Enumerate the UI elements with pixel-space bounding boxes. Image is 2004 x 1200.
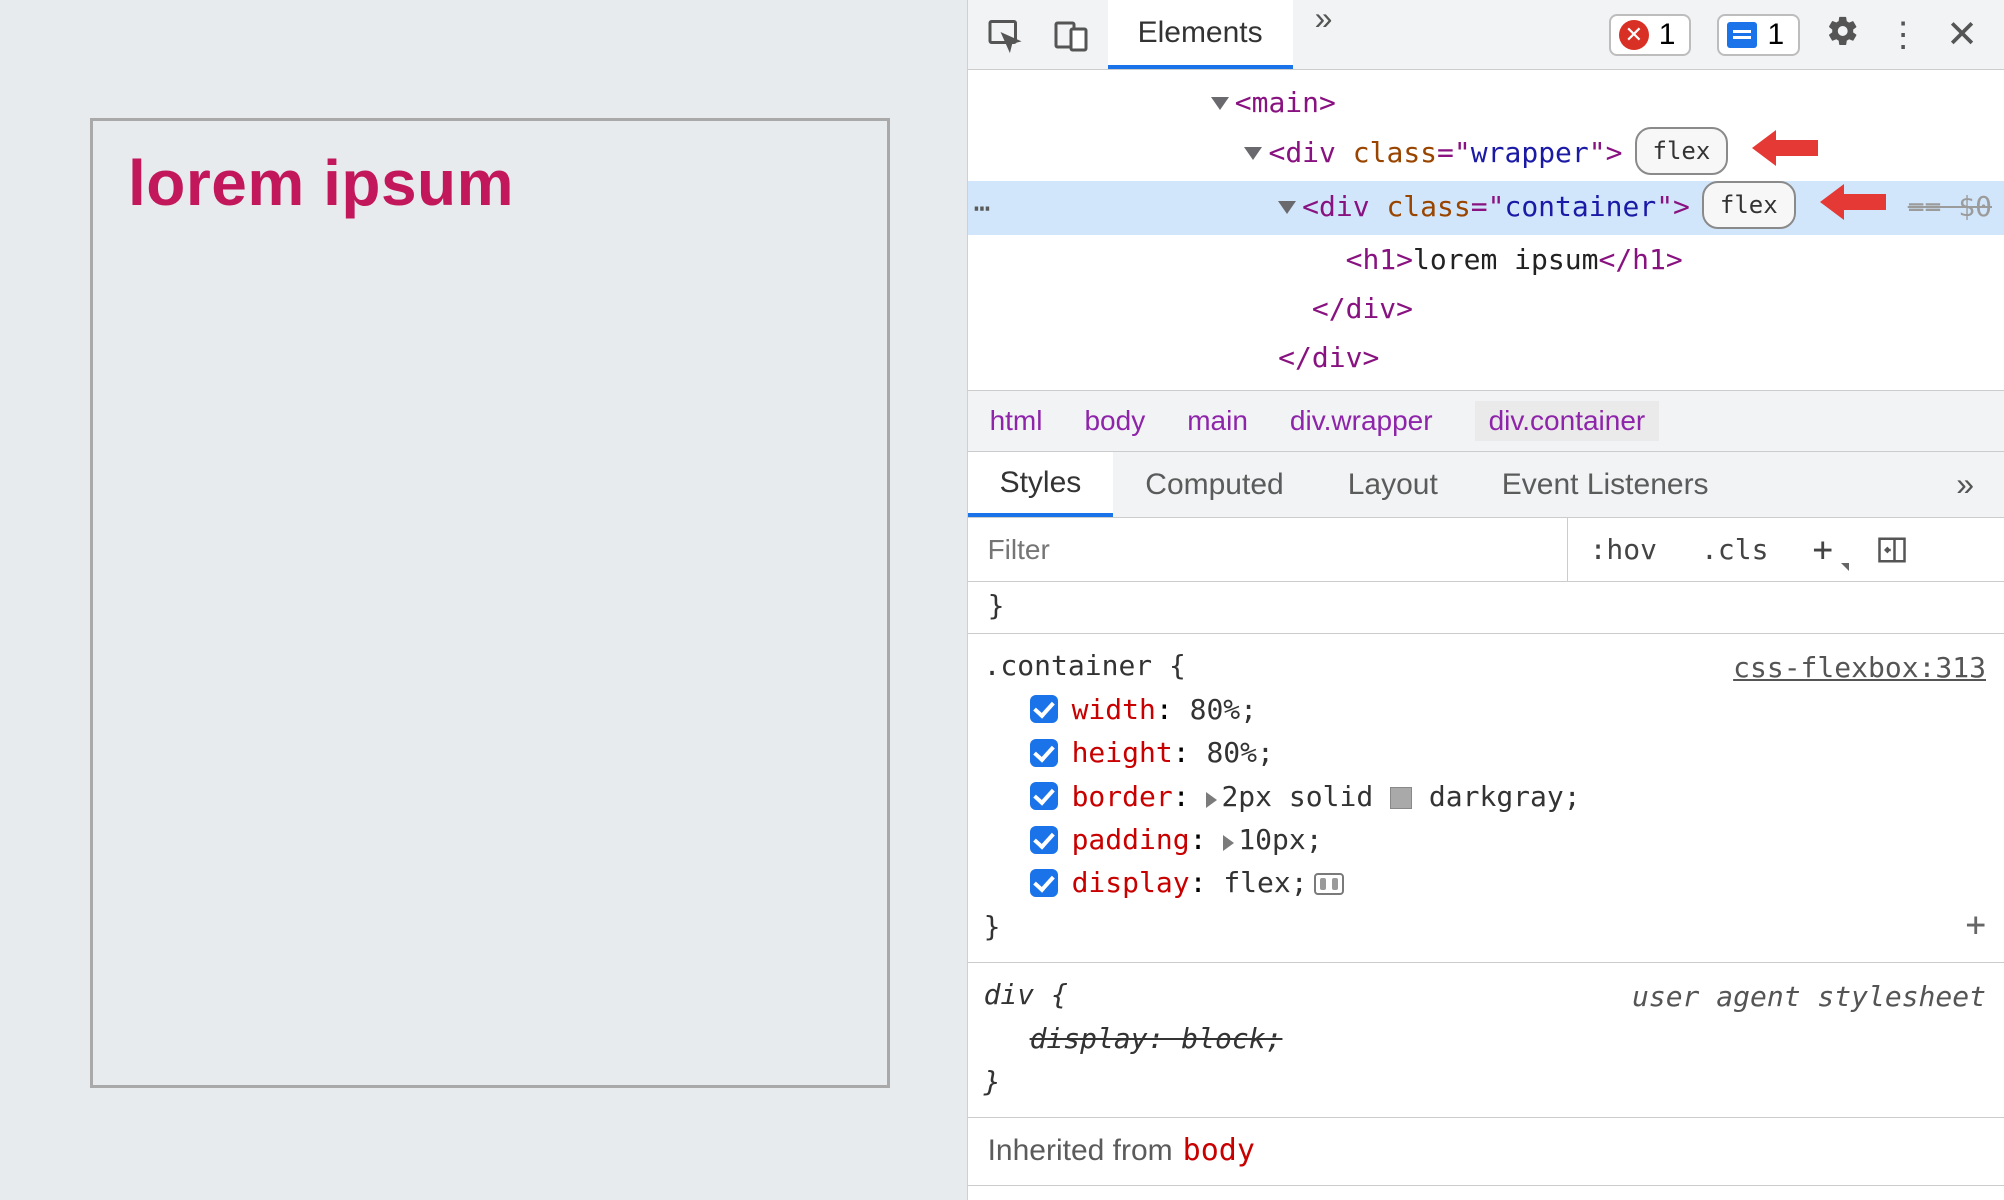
rule-brace: } [984, 905, 1984, 948]
decl-height[interactable]: height: 80%; [984, 731, 1984, 774]
cls-toggle[interactable]: .cls [1679, 518, 1790, 581]
breadcrumb: html body main div.wrapper div.container [968, 390, 2004, 452]
rule-div-ua[interactable]: user agent stylesheet div { display: blo… [968, 963, 2004, 1118]
toolbar-left [968, 0, 1108, 69]
dom-node-wrapper[interactable]: <div class="wrapper">flex [968, 127, 2004, 181]
crumb-wrapper[interactable]: div.wrapper [1290, 405, 1433, 437]
device-toggle-icon[interactable] [1052, 16, 1090, 54]
dollar0-hint: == $0 [1908, 190, 1992, 223]
hov-toggle[interactable]: :hov [1568, 518, 1679, 581]
page-viewport: lorem ipsum [0, 0, 967, 1200]
add-declaration-button[interactable]: + [1966, 899, 1986, 952]
rule-container[interactable]: css-flexbox:313 .container { width: 80%;… [968, 634, 2004, 963]
crumb-container[interactable]: div.container [1475, 401, 1660, 441]
settings-icon[interactable] [1826, 14, 1860, 55]
message-badge[interactable]: 1 [1717, 14, 1800, 56]
rule-block-truncated: } [968, 582, 2004, 634]
flex-badge[interactable]: flex [1702, 181, 1796, 229]
tab-layout[interactable]: Layout [1316, 452, 1470, 517]
decl-border[interactable]: border: 2px solid darkgray; [984, 775, 1984, 818]
flex-badge[interactable]: flex [1635, 127, 1729, 175]
decl-width[interactable]: width: 80%; [984, 688, 1984, 731]
flexbox-editor-icon[interactable] [1314, 873, 1344, 895]
inspect-icon[interactable] [986, 16, 1024, 54]
decl-toggle[interactable] [1030, 869, 1058, 897]
toolbar-right: ✕ 1 1 ⋮ ✕ [1609, 0, 2004, 69]
decl-toggle[interactable] [1030, 739, 1058, 767]
decl-toggle[interactable] [1030, 695, 1058, 723]
inherited-separator: Inherited frombody [968, 1118, 2004, 1186]
crumb-body[interactable]: body [1084, 405, 1145, 437]
computed-panel-icon[interactable] [1855, 518, 1929, 581]
error-count: 1 [1659, 18, 1676, 52]
expand-icon[interactable] [1223, 835, 1234, 851]
rule-brace: } [984, 1060, 1984, 1103]
tab-elements[interactable]: Elements [1108, 0, 1293, 69]
close-icon[interactable]: ✕ [1946, 12, 1978, 57]
tab-event-listeners[interactable]: Event Listeners [1470, 452, 1741, 517]
rule-source-link[interactable]: css-flexbox:313 [1733, 646, 1986, 689]
decl-toggle[interactable] [1030, 826, 1058, 854]
page-heading: lorem ipsum [128, 146, 852, 220]
annotation-arrow-icon [1752, 130, 1818, 181]
decl-padding[interactable]: padding: 10px; [984, 818, 1984, 861]
tab-styles[interactable]: Styles [968, 452, 1114, 517]
dom-node-main[interactable]: <main> [968, 78, 2004, 127]
error-icon: ✕ [1619, 20, 1649, 50]
styles-rules: } css-flexbox:313 .container { width: 80… [968, 582, 2004, 1200]
styles-pane-tabs: Styles Computed Layout Event Listeners » [968, 452, 2004, 518]
decl-display[interactable]: display: flex; [984, 861, 1984, 904]
expand-icon[interactable] [1206, 792, 1217, 808]
dom-tree[interactable]: <main> <div class="wrapper">flex ⋯ <div … [968, 70, 2004, 390]
dom-node-div-close[interactable]: </div> [968, 284, 2004, 333]
dom-node-container[interactable]: ⋯ <div class="container">flex== $0 [968, 181, 2004, 235]
message-icon [1727, 22, 1757, 48]
new-rule-button[interactable]: + [1790, 518, 1854, 581]
color-swatch[interactable] [1390, 787, 1412, 809]
dom-node-div-close[interactable]: </div> [968, 333, 2004, 382]
styles-filter-input[interactable] [968, 518, 1568, 581]
container-box: lorem ipsum [90, 118, 890, 1088]
message-count: 1 [1767, 18, 1784, 52]
tab-computed[interactable]: Computed [1113, 452, 1315, 517]
error-badge[interactable]: ✕ 1 [1609, 14, 1692, 56]
rule-source-ua: user agent stylesheet [1632, 975, 1986, 1018]
dom-node-h1[interactable]: <h1>lorem ipsum</h1> [968, 235, 2004, 284]
decl-display-block: display: block; [984, 1017, 1984, 1060]
kebab-menu-icon[interactable]: ⋮ [1886, 15, 1920, 55]
styles-filter-row: :hov .cls + [968, 518, 2004, 582]
devtools-panel: Elements » ✕ 1 1 ⋮ ✕ <main> <div class="… [967, 0, 2004, 1200]
rule-brace: } [988, 589, 1005, 622]
pane-tabs-overflow-icon[interactable]: » [1924, 452, 2004, 517]
tabs-overflow-icon[interactable]: » [1293, 0, 1355, 69]
decl-toggle[interactable] [1030, 782, 1058, 810]
annotation-arrow-icon [1820, 184, 1886, 235]
crumb-main[interactable]: main [1187, 405, 1248, 437]
devtools-toolbar: Elements » ✕ 1 1 ⋮ ✕ [968, 0, 2004, 70]
crumb-html[interactable]: html [990, 405, 1043, 437]
rule-body[interactable]: css-flexbox:83 body { [968, 1186, 2004, 1200]
